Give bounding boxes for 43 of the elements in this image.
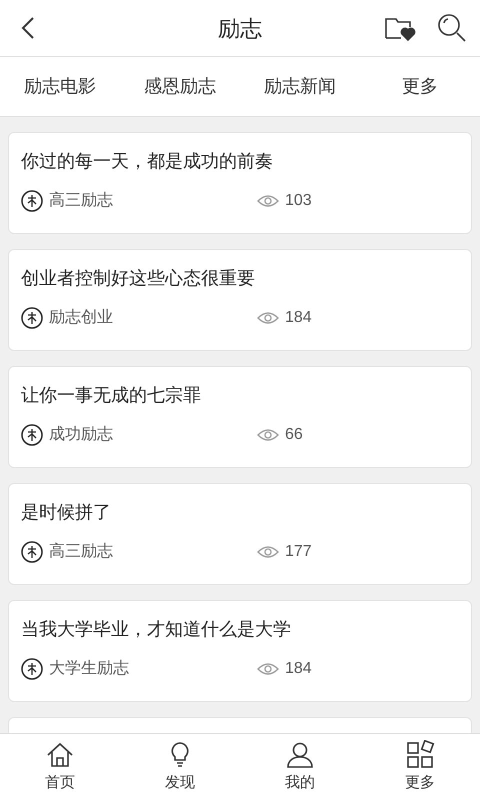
category-label: 高三励志	[49, 542, 114, 562]
view-count: 184	[285, 308, 312, 328]
article-title: 创业者控制好这些心态很重要	[21, 267, 256, 290]
view-count: 66	[285, 425, 303, 445]
avatar-icon	[21, 190, 43, 212]
grid-icon	[405, 740, 435, 770]
person-icon	[285, 740, 315, 770]
eye-icon	[257, 194, 279, 208]
article-card[interactable]: 让你一事无成的七宗罪 成功励志 66	[8, 366, 472, 468]
category-tab[interactable]: 更多	[360, 57, 480, 116]
article-card[interactable]: 创业者控制好这些心态很重要 励志创业 184	[8, 249, 472, 351]
nav-tab[interactable]: 我的	[240, 734, 360, 800]
category-tab[interactable]: 励志新闻	[240, 57, 360, 116]
view-count: 103	[285, 191, 312, 211]
nav-tab[interactable]: 首页	[0, 734, 120, 800]
search-icon[interactable]	[436, 12, 468, 44]
article-card[interactable]: 是时候拼了 高三励志 177	[8, 483, 472, 585]
category-label: 成功励志	[49, 424, 114, 445]
category-label: 大学生励志	[49, 658, 130, 679]
article-card[interactable]: 你过的每一天，都是成功的前奏 高三励志 103	[8, 132, 472, 234]
nav-tab[interactable]: 发现	[120, 734, 240, 800]
eye-icon	[257, 545, 279, 559]
view-count: 177	[285, 542, 312, 562]
category-label: 励志创业	[49, 308, 114, 328]
article-title: 是时候拼了	[21, 501, 112, 524]
article-title: 让你一事无成的七宗罪	[21, 384, 202, 407]
eye-icon	[257, 428, 279, 442]
nav-tab[interactable]: 更多	[360, 734, 480, 800]
avatar-icon	[21, 424, 43, 446]
avatar-icon	[21, 307, 43, 329]
eye-icon	[257, 311, 279, 325]
page-title: 励志	[218, 14, 262, 42]
article-title: 当我大学毕业，才知道什么是大学	[21, 618, 292, 641]
category-label: 高三励志	[49, 190, 114, 211]
avatar-icon	[21, 541, 43, 563]
back-icon	[21, 16, 35, 40]
article-title: 你过的每一天，都是成功的前奏	[21, 150, 274, 173]
avatar-icon	[21, 658, 43, 680]
view-count: 184	[285, 659, 312, 679]
article-card[interactable]: 当我大学毕业，才知道什么是大学 大学生励志 184	[8, 600, 472, 702]
category-tab[interactable]: 励志电影	[0, 57, 120, 116]
category-tab[interactable]: 感恩励志	[120, 57, 240, 116]
eye-icon	[257, 662, 279, 676]
